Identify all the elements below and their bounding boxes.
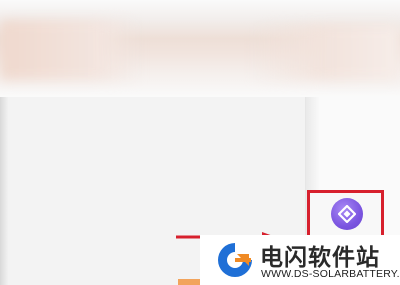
orange-tab-fragment (178, 279, 200, 285)
watermark-url: WWW.DS-SOLARBATTERY.COM (261, 268, 400, 280)
screenshot-page: 电闪软件站 WWW.DS-SOLARBATTERY.COM (0, 0, 400, 285)
watermark-title: 电闪软件站 (260, 245, 380, 271)
blurred-banner-right (250, 25, 400, 80)
site-watermark: 电闪软件站 WWW.DS-SOLARBATTERY.COM (200, 235, 400, 285)
site-logo-icon (218, 243, 252, 277)
blurred-header-area (0, 0, 400, 97)
blurred-banner-left (0, 20, 140, 80)
diamond-logo-icon (338, 205, 356, 223)
left-edge-shadow (0, 97, 8, 285)
purple-diamond-app-icon[interactable] (331, 198, 363, 230)
